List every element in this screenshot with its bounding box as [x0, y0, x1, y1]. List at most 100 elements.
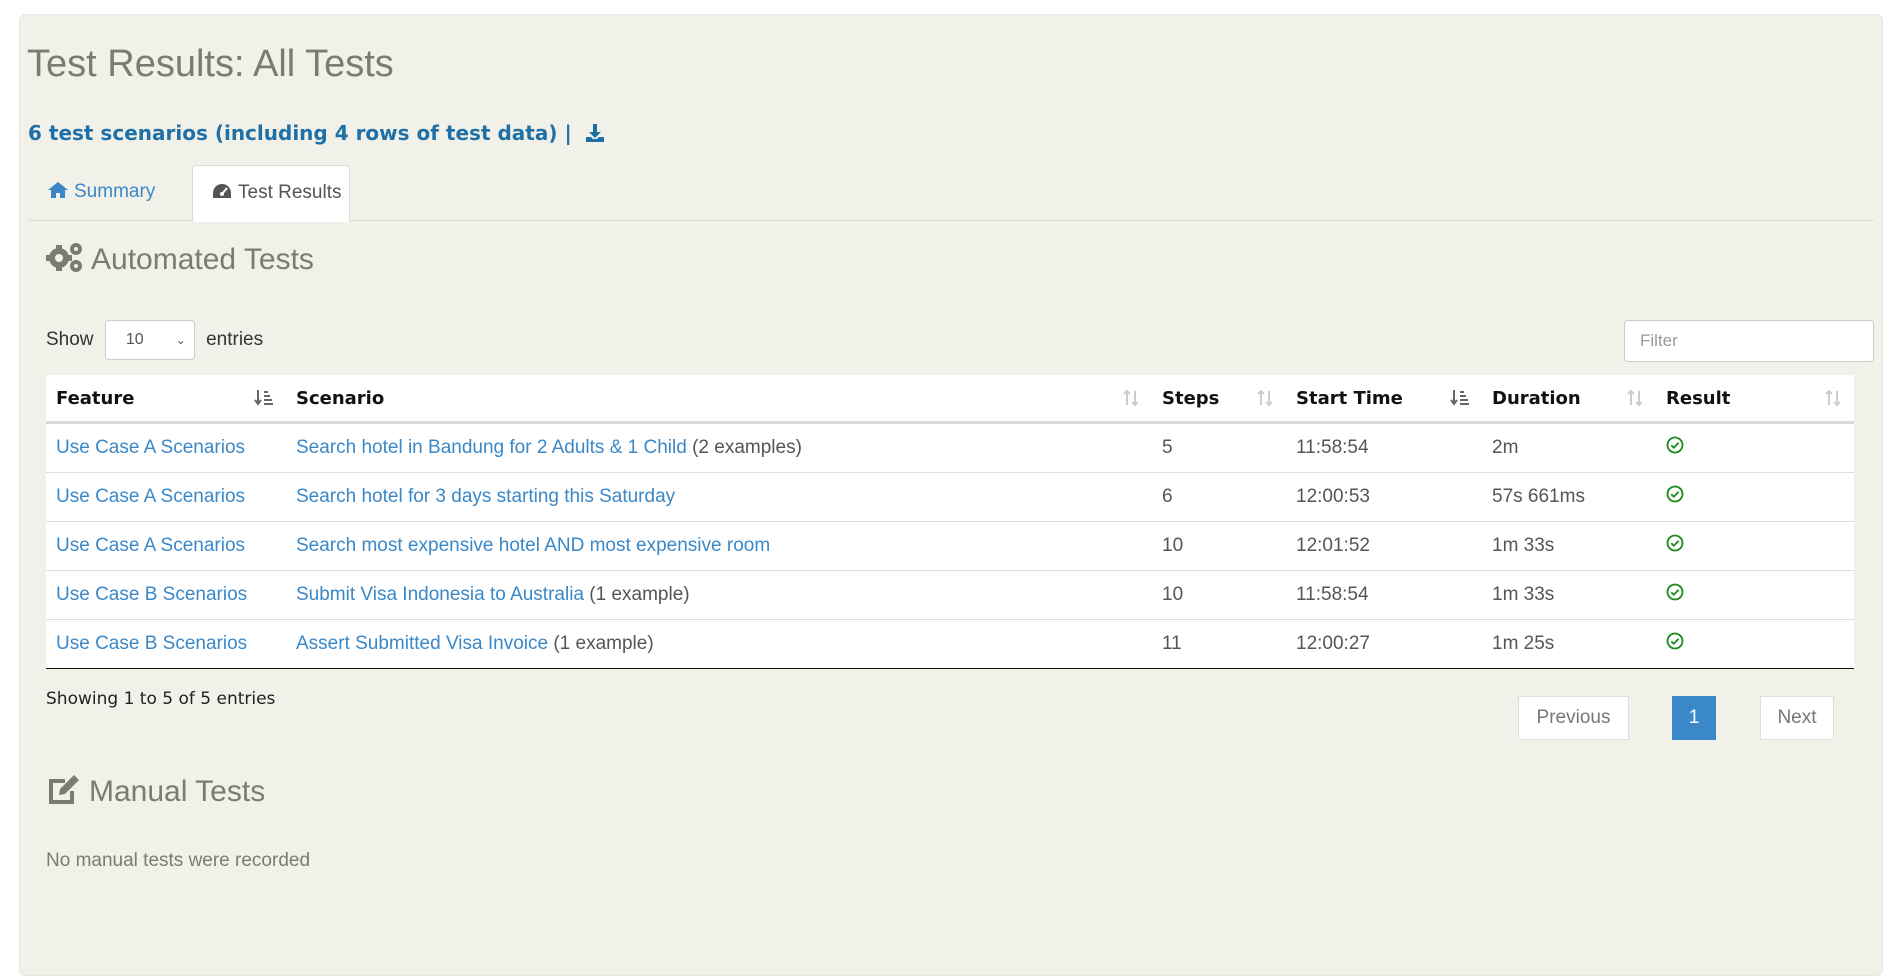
table-info: Showing 1 to 5 of 5 entries [46, 689, 276, 709]
scenario-summary: 6 test scenarios (including 4 rows of te… [28, 121, 605, 148]
check-circle-icon [1666, 436, 1684, 459]
check-circle-icon [1666, 534, 1684, 557]
report-panel: Test Results: All Tests 6 test scenarios… [19, 14, 1883, 976]
feature-cell: Use Case B Scenarios [46, 619, 286, 669]
page-size-value: 10 [125, 331, 144, 348]
feature-cell: Use Case B Scenarios [46, 570, 286, 620]
result-cell [1656, 570, 1854, 620]
tab-test-results[interactable]: Test Results [192, 165, 350, 222]
column-header-label: Duration [1492, 387, 1581, 409]
column-header-label: Steps [1162, 387, 1220, 409]
column-header-label: Scenario [296, 387, 385, 409]
scenario-cell: Search hotel in Bandung for 2 Adults & 1… [286, 422, 1152, 473]
scenario-cell: Submit Visa Indonesia to Australia (1 ex… [286, 570, 1152, 620]
start-time-cell: 11:58:54 [1286, 422, 1482, 473]
previous-page-button[interactable]: Previous [1518, 696, 1629, 740]
scenario-summary-text: 6 test scenarios (including 4 rows of te… [28, 121, 572, 145]
start-time-cell: 11:58:54 [1286, 570, 1482, 620]
table-row: Use Case A Scenarios Search hotel for 3 d… [46, 472, 1854, 522]
check-circle-icon [1666, 485, 1684, 508]
steps-cell: 10 [1152, 570, 1286, 620]
edit-icon [49, 775, 79, 804]
column-scenario[interactable]: Scenario [286, 375, 1152, 424]
check-circle-icon [1666, 632, 1684, 655]
start-time-cell: 12:00:27 [1286, 619, 1482, 669]
scenario-link[interactable]: Search hotel in Bandung for 2 Adults & 1… [296, 437, 687, 458]
scenario-cell: Assert Submitted Visa Invoice (1 example… [286, 619, 1152, 669]
gears-icon [46, 243, 82, 272]
show-label: Show [46, 329, 94, 351]
steps-cell: 10 [1152, 521, 1286, 571]
result-cell [1656, 472, 1854, 522]
feature-cell: Use Case A Scenarios [46, 521, 286, 571]
page-size-control: Show 10 ⌄ entries [46, 320, 263, 360]
sort-desc-icon [254, 389, 274, 412]
duration-cell: 1m 33s [1482, 570, 1656, 620]
page-title: Test Results: All Tests [27, 43, 394, 85]
page-1-button[interactable]: 1 [1672, 696, 1716, 740]
tab-test-results-label: Test Results [238, 182, 342, 203]
table-row: Use Case A Scenarios Search hotel in Band… [46, 422, 1854, 473]
feature-cell: Use Case A Scenarios [46, 422, 286, 473]
column-duration[interactable]: Duration [1482, 375, 1656, 424]
examples-count: (1 example) [553, 633, 654, 654]
feature-link[interactable]: Use Case A Scenarios [56, 437, 245, 458]
no-manual-tests-text: No manual tests were recorded [46, 850, 311, 871]
feature-link[interactable]: Use Case B Scenarios [56, 584, 247, 605]
duration-cell: 57s 661ms [1482, 472, 1656, 522]
tab-bar: Summary Test Results [28, 165, 1874, 222]
scenario-cell: Search most expensive hotel AND most exp… [286, 521, 1152, 571]
manual-tests-title: Manual Tests [89, 775, 266, 808]
start-time-cell: 12:00:53 [1286, 472, 1482, 522]
duration-cell: 2m [1482, 422, 1656, 473]
feature-cell: Use Case A Scenarios [46, 472, 286, 522]
table-body: Use Case A Scenarios Search hotel in Band… [46, 422, 1854, 669]
column-start-time[interactable]: Start Time [1286, 375, 1482, 424]
sort-desc-icon [1450, 389, 1470, 412]
tab-summary[interactable]: Summary [28, 165, 174, 219]
scenario-link[interactable]: Search hotel for 3 days starting this Sa… [296, 486, 675, 507]
scenario-link[interactable]: Submit Visa Indonesia to Australia [296, 584, 584, 605]
column-result[interactable]: Result [1656, 375, 1854, 424]
table-header-row: Feature Scenario Steps Start Time Durati… [46, 375, 1854, 424]
scenario-cell: Search hotel for 3 days starting this Sa… [286, 472, 1152, 522]
dashboard-icon [213, 184, 231, 198]
sort-icon [1256, 389, 1274, 412]
entries-label: entries [206, 329, 264, 351]
table-row: Use Case A Scenarios Search most expensiv… [46, 521, 1854, 571]
home-icon [48, 182, 68, 198]
feature-link[interactable]: Use Case A Scenarios [56, 486, 245, 507]
sort-icon [1824, 389, 1842, 412]
scenario-link[interactable]: Search most expensive hotel AND most exp… [296, 535, 770, 556]
table-row: Use Case B Scenarios Submit Visa Indonesi… [46, 570, 1854, 620]
column-header-label: Feature [56, 387, 135, 409]
chevron-down-icon: ⌄ [175, 333, 186, 347]
column-header-label: Start Time [1296, 387, 1403, 409]
result-cell [1656, 619, 1854, 669]
manual-tests-heading: Manual Tests [46, 773, 265, 809]
column-feature[interactable]: Feature [46, 375, 286, 424]
sort-icon [1122, 389, 1140, 412]
steps-cell: 5 [1152, 422, 1286, 473]
sort-icon [1626, 389, 1644, 412]
download-icon[interactable] [585, 123, 605, 148]
next-page-button[interactable]: Next [1760, 696, 1834, 740]
examples-count: (2 examples) [692, 437, 802, 458]
duration-cell: 1m 25s [1482, 619, 1656, 669]
result-cell [1656, 422, 1854, 473]
automated-tests-title: Automated Tests [91, 243, 314, 276]
feature-link[interactable]: Use Case A Scenarios [56, 535, 245, 556]
check-circle-icon [1666, 583, 1684, 606]
duration-cell: 1m 33s [1482, 521, 1656, 571]
filter-input[interactable] [1624, 320, 1874, 362]
automated-tests-heading: Automated Tests [46, 241, 314, 277]
start-time-cell: 12:01:52 [1286, 521, 1482, 571]
table-row: Use Case B Scenarios Assert Submitted Vis… [46, 619, 1854, 669]
scenario-link[interactable]: Assert Submitted Visa Invoice [296, 633, 548, 654]
page-size-select[interactable]: 10 ⌄ [104, 320, 195, 360]
result-cell [1656, 521, 1854, 571]
tab-summary-label: Summary [74, 181, 156, 202]
steps-cell: 6 [1152, 472, 1286, 522]
column-steps[interactable]: Steps [1152, 375, 1286, 424]
feature-link[interactable]: Use Case B Scenarios [56, 633, 247, 654]
